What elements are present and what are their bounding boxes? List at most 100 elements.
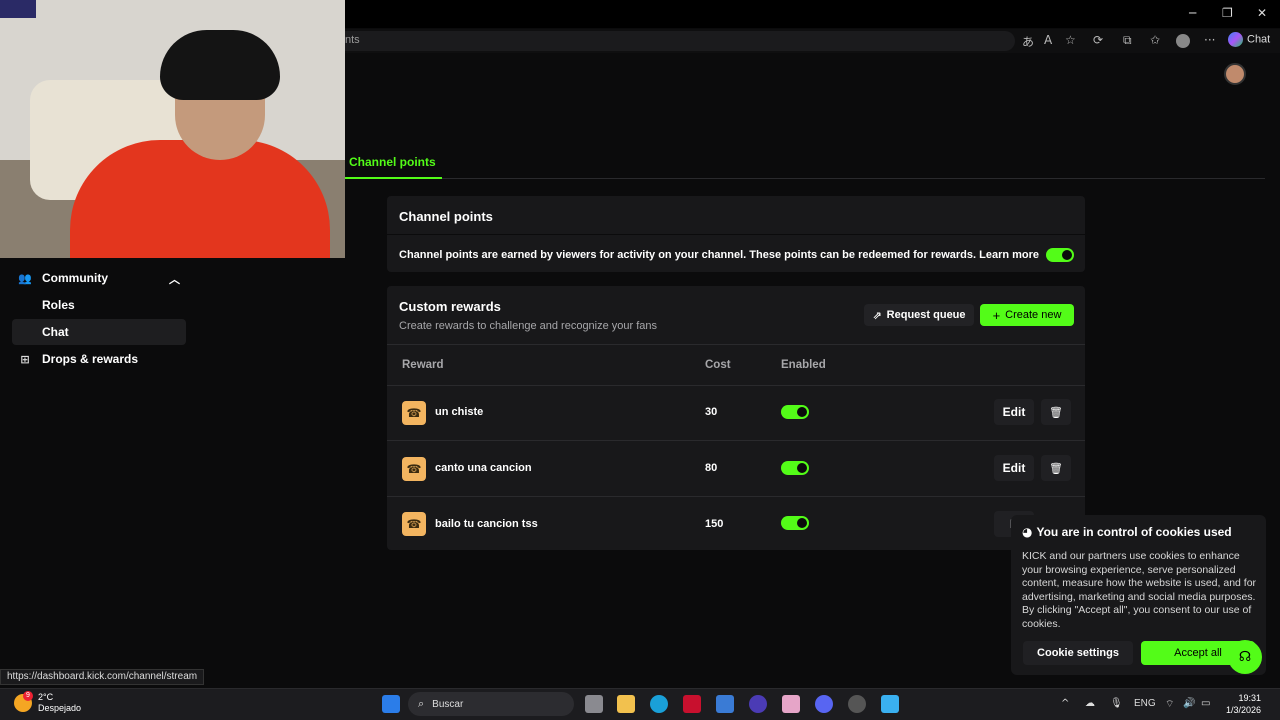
app-icon[interactable] — [749, 695, 767, 713]
sidebar-item-chat[interactable]: Chat — [12, 319, 186, 345]
column-header-reward: Reward — [402, 359, 444, 371]
header-divider — [387, 344, 1085, 345]
copilot-chat-button[interactable]: Chat — [1228, 32, 1270, 47]
close-icon[interactable]: ✕ — [1257, 6, 1267, 20]
sidebar-item-label: Chat — [42, 325, 69, 339]
channel-points-card: Channel points Channel points are earned… — [387, 196, 1085, 272]
tab-channel-points[interactable]: Channel points — [349, 155, 436, 169]
reward-enabled-toggle[interactable] — [781, 405, 809, 419]
weather-widget[interactable]: 2°C Despejado — [38, 692, 81, 714]
microphone-icon[interactable]: 🎙 — [1110, 698, 1123, 709]
sidebar-item-community[interactable]: 👥 Community ︿ — [12, 265, 186, 291]
channel-points-title: Channel points — [399, 209, 493, 224]
chevron-up-icon[interactable]: ^ — [1061, 698, 1069, 709]
request-queue-label: Request queue — [886, 309, 966, 321]
taskbar-search[interactable]: ⌕ Buscar — [408, 692, 574, 716]
edit-button[interactable]: Edit — [994, 455, 1034, 481]
reward-enabled-toggle[interactable] — [781, 461, 809, 475]
cookie-icon: ◕ — [1022, 525, 1033, 539]
delete-icon[interactable]: 🗑 — [1041, 399, 1071, 425]
weather-icon[interactable] — [14, 691, 33, 712]
chevron-up-icon[interactable]: ︿ — [169, 271, 180, 287]
read-aloud-icon[interactable]: A — [1044, 33, 1052, 47]
people-icon: 👥 — [18, 271, 32, 285]
edge-icon[interactable] — [650, 695, 668, 713]
reward-icon: ☎ — [402, 401, 426, 425]
volume-icon[interactable]: 🔊 — [1183, 698, 1195, 709]
custom-rewards-card: Custom rewards Create rewards to challen… — [387, 286, 1085, 550]
sidebar-item-label: Drops & rewards — [42, 352, 139, 366]
sidebar-item-label: Community — [42, 271, 108, 285]
wifi-icon[interactable]: ⌔ — [1165, 698, 1174, 711]
active-tab-indicator — [345, 177, 442, 179]
support-headset-icon[interactable]: ☊ — [1228, 640, 1262, 674]
taskbar-clock[interactable]: 19:31 1/3/2026 — [1226, 692, 1261, 716]
chat-label: Chat — [1247, 33, 1271, 46]
store-icon[interactable] — [716, 695, 734, 713]
row-divider — [387, 496, 1085, 497]
reward-icon: ☎ — [402, 457, 426, 481]
address-text: nts — [345, 34, 360, 46]
windows-start-icon[interactable] — [382, 695, 400, 713]
more-icon[interactable]: ··· — [1204, 33, 1215, 47]
file-explorer-icon[interactable] — [617, 695, 635, 713]
translate-icon[interactable]: あ — [1022, 33, 1034, 50]
webcam-screen — [0, 0, 36, 18]
gift-icon: ⊞ — [20, 352, 30, 366]
address-bar[interactable]: nts — [345, 31, 1015, 51]
reward-enabled-toggle[interactable] — [781, 516, 809, 530]
language-indicator[interactable]: ENG — [1134, 698, 1156, 709]
favorite-star-icon[interactable]: ☆ — [1065, 33, 1076, 47]
sidebar-item-drops-rewards[interactable]: ⊞ Drops & rewards — [12, 346, 186, 372]
custom-rewards-title: Custom rewards — [399, 299, 501, 314]
maximize-icon[interactable]: ❐ — [1222, 6, 1233, 20]
reward-name: bailo tu cancion tss — [435, 518, 538, 530]
edit-button[interactable]: Edit — [994, 399, 1034, 425]
cookie-settings-button[interactable]: Cookie settings — [1023, 641, 1133, 665]
cookie-banner: ◕ You are in control of cookies used KICK… — [1011, 515, 1266, 675]
webcam-person-hair — [160, 30, 280, 100]
search-icon: ⌕ — [418, 697, 425, 710]
channel-points-toggle[interactable] — [1046, 248, 1074, 262]
create-new-button[interactable]: + Create new — [980, 304, 1074, 326]
app-icon-2[interactable] — [848, 695, 866, 713]
minimize-icon[interactable]: ─ — [1189, 6, 1196, 20]
tab-divider — [345, 178, 1265, 179]
mcafee-icon[interactable] — [683, 695, 701, 713]
split-screen-icon[interactable]: ⧉ — [1123, 33, 1132, 48]
copilot-icon — [1228, 32, 1243, 47]
clock-date: 1/3/2026 — [1226, 705, 1262, 715]
battery-icon[interactable]: ▭ — [1201, 698, 1210, 709]
row-divider — [387, 385, 1085, 386]
column-header-enabled: Enabled — [781, 359, 826, 371]
reward-name: canto una cancion — [435, 462, 532, 474]
discord-icon[interactable] — [815, 695, 833, 713]
row-divider — [387, 440, 1085, 441]
sidebar-item-label: Roles — [42, 298, 75, 312]
reward-cost: 30 — [705, 406, 718, 418]
clock-time: 19:31 — [1238, 693, 1262, 703]
app-icon-3[interactable] — [881, 695, 899, 713]
profile-icon[interactable] — [1176, 34, 1190, 48]
status-url: https://dashboard.kick.com/channel/strea… — [0, 669, 205, 685]
reward-cost: 150 — [705, 518, 724, 530]
favorites-icon[interactable]: ✩ — [1150, 33, 1160, 47]
user-avatar[interactable] — [1224, 63, 1246, 85]
delete-icon[interactable]: 🗑 — [1041, 455, 1071, 481]
sidebar-item-roles[interactable]: Roles — [12, 292, 186, 318]
reward-name: un chiste — [435, 406, 484, 418]
extensions-icon[interactable]: ⟳ — [1093, 33, 1103, 47]
cookie-title: ◕ You are in control of cookies used — [1022, 525, 1232, 539]
queue-icon: ⇗ — [872, 308, 882, 322]
reward-cost: 80 — [705, 462, 718, 474]
task-view-icon[interactable] — [585, 695, 603, 713]
request-queue-button[interactable]: ⇗ Request queue — [864, 304, 974, 326]
plus-icon: + — [992, 307, 1001, 323]
weather-condition: Despejado — [38, 703, 82, 713]
search-label: Buscar — [432, 698, 464, 710]
cookie-text: KICK and our partners use cookies to enh… — [1022, 550, 1257, 630]
cloud-icon[interactable]: ☁ — [1085, 698, 1095, 709]
cookie-title-text: You are in control of cookies used — [1036, 525, 1232, 539]
column-header-cost: Cost — [705, 359, 731, 371]
photos-icon[interactable] — [782, 695, 800, 713]
